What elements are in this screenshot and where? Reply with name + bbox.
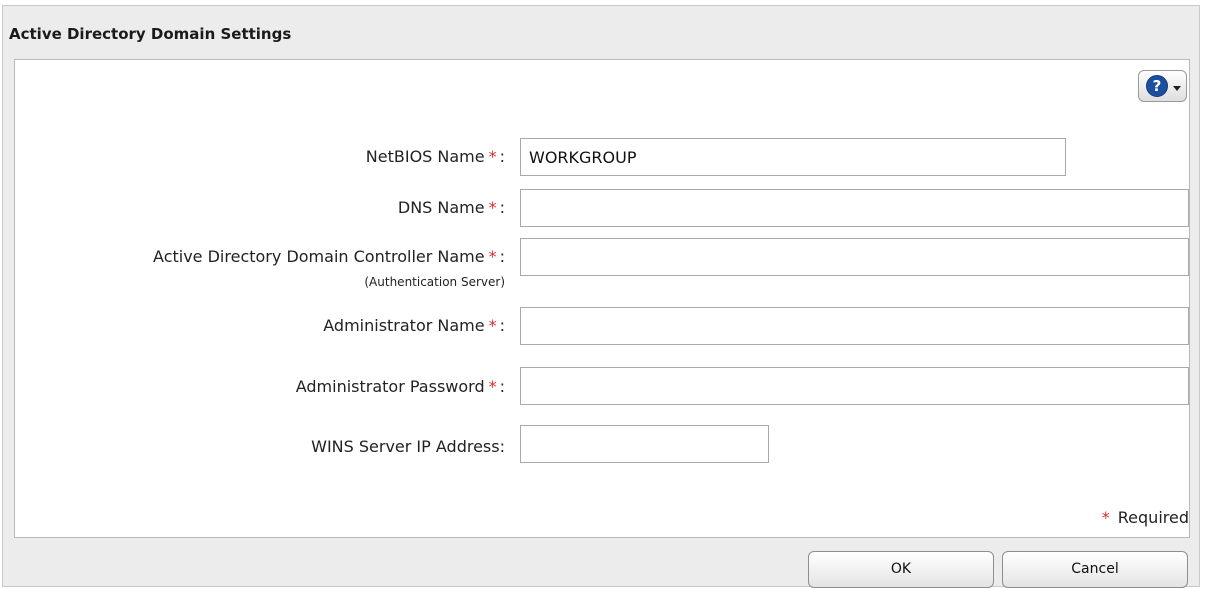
ad-controller-name-input[interactable] — [520, 238, 1189, 276]
administrator-name-label: Administrator Name *: — [323, 316, 505, 335]
required-asterisk: * — [488, 247, 497, 266]
required-asterisk: * — [488, 377, 497, 396]
help-button[interactable]: ? — [1138, 70, 1187, 102]
dialog-title: Active Directory Domain Settings — [9, 25, 292, 43]
netbios-name-input[interactable] — [520, 138, 1066, 176]
netbios-name-label: NetBIOS Name *: — [365, 147, 505, 166]
required-asterisk: * — [488, 316, 497, 335]
administrator-password-label: Administrator Password *: — [295, 377, 505, 396]
active-directory-dialog: Active Directory Domain Settings ? NetBI… — [2, 5, 1200, 588]
ad-controller-name-label: Active Directory Domain Controller Name *… — [153, 247, 505, 266]
settings-panel: ? NetBIOS Name*: DNS Name*: Active Direc… — [14, 59, 1190, 538]
required-asterisk: * — [488, 198, 497, 217]
ok-button[interactable]: OK — [808, 551, 994, 588]
caret-down-icon — [1173, 86, 1181, 91]
required-asterisk: * — [488, 147, 497, 166]
required-asterisk: * — [1101, 508, 1110, 527]
dns-name-input[interactable] — [520, 189, 1189, 227]
authentication-server-note: (Authentication Server) — [364, 275, 505, 289]
administrator-name-input[interactable] — [520, 307, 1189, 345]
dns-name-label: DNS Name *: — [397, 198, 505, 217]
question-mark-icon: ? — [1146, 75, 1168, 97]
required-legend: * Required — [1101, 508, 1189, 527]
wins-server-ip-label: WINS Server IP Address: — [311, 437, 505, 456]
wins-server-ip-input[interactable] — [520, 425, 769, 463]
cancel-button[interactable]: Cancel — [1002, 551, 1188, 588]
administrator-password-input[interactable] — [520, 367, 1189, 405]
